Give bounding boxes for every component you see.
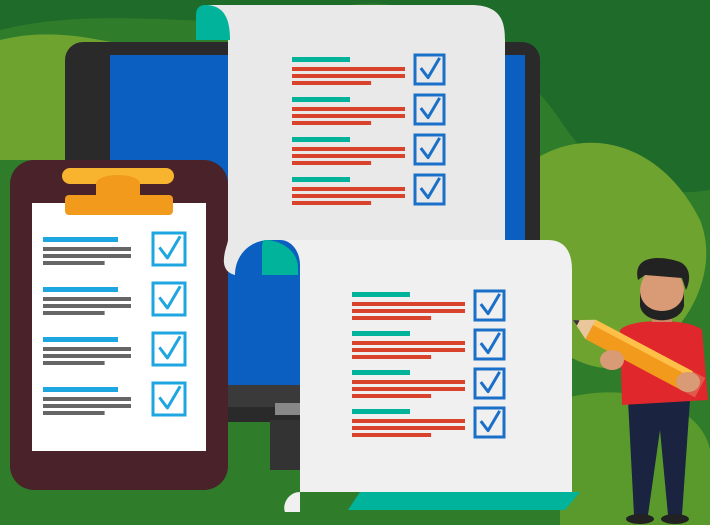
item-text-line	[292, 114, 405, 118]
clipboard-clip-base	[65, 195, 173, 215]
item-text-line	[43, 354, 131, 358]
person-shoe-left	[626, 514, 654, 524]
item-text-line	[292, 194, 405, 198]
item-heading-line	[352, 409, 410, 414]
person-hand-right	[676, 372, 700, 392]
item-text-line	[292, 154, 405, 158]
item-heading-line	[292, 137, 350, 142]
item-text-line	[292, 81, 372, 85]
item-heading-line	[43, 287, 118, 292]
item-heading-line	[352, 370, 410, 375]
item-text-line	[352, 433, 432, 437]
item-text-line	[43, 361, 105, 365]
item-text-line	[352, 348, 465, 352]
item-text-line	[43, 311, 105, 315]
item-text-line	[43, 347, 131, 351]
item-text-line	[43, 404, 131, 408]
item-heading-line	[292, 57, 350, 62]
item-text-line	[292, 201, 372, 205]
item-text-line	[43, 261, 105, 265]
item-text-line	[352, 309, 465, 313]
item-text-line	[352, 380, 465, 384]
item-heading-line	[352, 292, 410, 297]
item-text-line	[292, 147, 405, 151]
item-text-line	[352, 419, 465, 423]
bottom-paper	[262, 240, 580, 512]
item-text-line	[352, 394, 432, 398]
item-text-line	[43, 247, 131, 251]
item-heading-line	[43, 237, 118, 242]
item-text-line	[43, 411, 105, 415]
item-text-line	[352, 316, 432, 320]
item-text-line	[352, 341, 465, 345]
item-text-line	[352, 302, 465, 306]
item-heading-line	[292, 97, 350, 102]
bottom-paper-roll-bottom	[348, 492, 580, 510]
person-hand-left	[600, 350, 624, 370]
item-text-line	[292, 74, 405, 78]
item-text-line	[292, 67, 405, 71]
clipboard	[10, 160, 228, 490]
item-text-line	[292, 187, 405, 191]
item-text-line	[352, 387, 465, 391]
top-paper	[196, 5, 505, 275]
item-heading-line	[43, 387, 118, 392]
item-heading-line	[292, 177, 350, 182]
item-text-line	[292, 161, 372, 165]
item-heading-line	[352, 331, 410, 336]
person-shoe-right	[661, 514, 689, 524]
item-text-line	[352, 355, 432, 359]
item-text-line	[352, 426, 465, 430]
item-heading-line	[43, 337, 118, 342]
top-paper-sheet	[205, 5, 505, 275]
item-text-line	[292, 121, 372, 125]
item-text-line	[43, 254, 131, 258]
item-text-line	[43, 297, 131, 301]
clipboard-clip-ring	[96, 175, 140, 196]
item-text-line	[43, 397, 131, 401]
bottom-paper-sheet	[265, 240, 572, 512]
checklist-illustration	[0, 0, 710, 525]
item-text-line	[292, 107, 405, 111]
item-text-line	[43, 304, 131, 308]
